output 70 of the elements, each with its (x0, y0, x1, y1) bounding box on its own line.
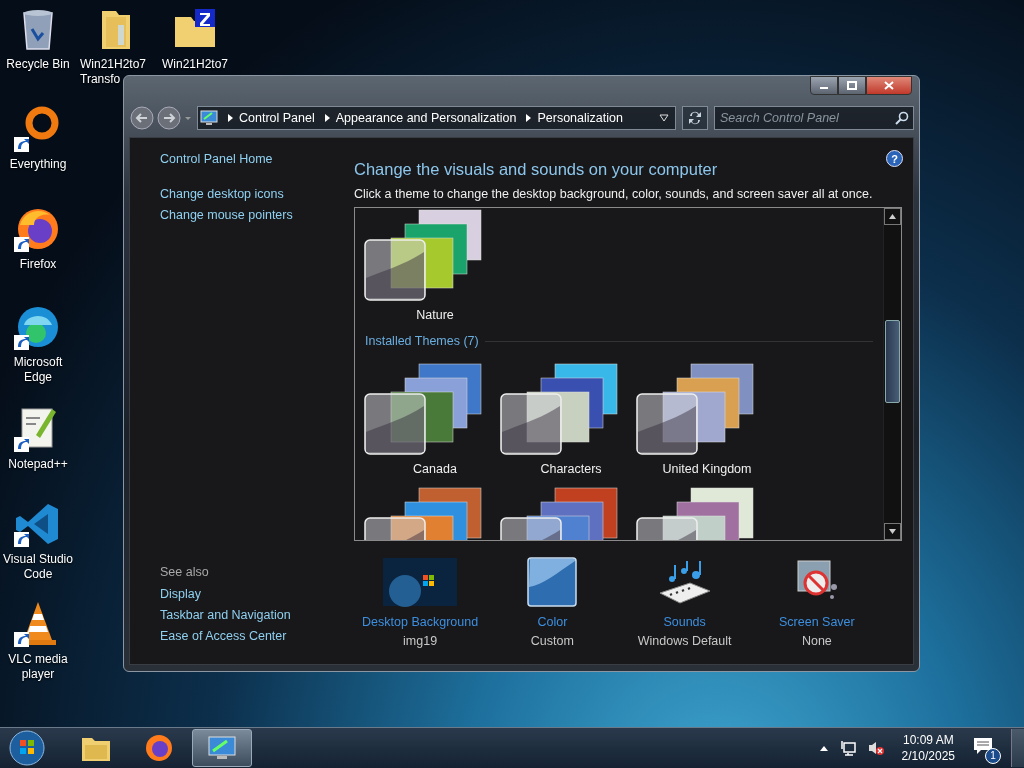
help-button[interactable]: ? (886, 150, 903, 167)
setting-link[interactable]: Desktop Background (362, 615, 479, 629)
see-also-link[interactable]: Taskbar and Navigation (160, 608, 354, 622)
setting-link[interactable]: Sounds (663, 615, 706, 629)
icon-label: Microsoft Edge (12, 355, 64, 385)
see-also-link[interactable]: Ease of Access Center (160, 629, 354, 643)
scrollbar[interactable] (883, 208, 901, 540)
icon-label: VLC media player (7, 652, 69, 682)
clock-time[interactable]: 10:09 AM (902, 732, 954, 748)
search-field[interactable]: Search Control Panel (714, 106, 914, 130)
maximize-icon (847, 81, 857, 90)
scroll-thumb[interactable] (885, 320, 900, 403)
refresh-icon (687, 110, 703, 126)
theme-thumbnail[interactable] (363, 362, 483, 458)
maximize-button[interactable] (838, 76, 866, 95)
sidebar-link[interactable]: Change desktop icons (160, 187, 354, 201)
notification-badge: 1 (985, 748, 1001, 764)
dropdown-icon[interactable] (659, 114, 669, 122)
minimize-button[interactable] (810, 76, 838, 95)
setting-value: img19 (403, 634, 438, 648)
breadcrumb-item[interactable]: Personalization (537, 111, 623, 125)
refresh-button[interactable] (682, 106, 708, 130)
icon-label: Everything (8, 157, 68, 172)
network-icon[interactable] (839, 740, 856, 756)
breadcrumb-item[interactable]: Control Panel (239, 111, 315, 125)
taskbar-button[interactable] (192, 729, 252, 767)
show-hidden-icons-button[interactable] (819, 745, 828, 751)
setting-value: Windows Default (637, 634, 732, 648)
show-desktop-button[interactable] (1011, 729, 1024, 767)
icon-label: Notepad++ (7, 457, 69, 472)
theme-thumbnail[interactable] (363, 208, 483, 304)
chevron-icon (324, 114, 330, 122)
icon-label: Visual Studio Code (2, 552, 74, 582)
action-center-icon[interactable] (973, 737, 993, 755)
icon-label: Recycle Bin (5, 57, 71, 72)
chevron-icon (228, 114, 233, 122)
page-heading: Change the visuals and sounds on your computer (354, 160, 718, 179)
back-forward-buttons[interactable] (129, 105, 191, 131)
scroll-down-icon[interactable] (889, 529, 896, 534)
background-icon[interactable] (383, 557, 458, 607)
address-bar[interactable]: Control Panel Appearance and Personalization Personalization (197, 106, 676, 130)
chevron-icon (526, 114, 532, 122)
description-text: Click a theme to change the desktop background, color, sounds, and screen saver all at once. (354, 187, 874, 201)
theme-thumbnail[interactable] (635, 362, 755, 458)
section-heading: Installed Themes (7) (365, 334, 479, 348)
see-also-heading: See also (160, 565, 210, 579)
sidebar-link[interactable]: Control Panel Home (160, 152, 354, 166)
sidebar-link[interactable]: Change mouse pointers (160, 208, 354, 222)
search-icon (895, 111, 909, 125)
scroll-up-icon[interactable] (889, 214, 896, 219)
theme-name[interactable]: United Kingdom (662, 462, 752, 476)
icon-label: Win21H2to7 (160, 57, 229, 72)
muted-speaker-icon[interactable] (867, 740, 884, 756)
icon-label: Firefox (18, 257, 58, 272)
icon-label: Win21H2to7 Transfo (80, 57, 148, 87)
close-button[interactable] (866, 76, 912, 95)
theme-thumbnail[interactable] (499, 362, 619, 458)
breadcrumb-item[interactable]: Appearance and Personalization (335, 111, 517, 125)
theme-name[interactable]: Characters (540, 462, 602, 476)
see-also-link[interactable]: Display (160, 587, 354, 601)
setting-link[interactable]: Screen Saver (779, 615, 855, 629)
theme-name[interactable]: Canada (413, 462, 457, 476)
setting-link[interactable]: Color (537, 615, 568, 629)
clock-date[interactable]: 2/10/2025 (901, 748, 955, 764)
setting-value: Custom (530, 634, 574, 648)
monitor-icon (200, 110, 218, 126)
setting-value: None (801, 634, 832, 648)
start-button[interactable] (8, 729, 46, 767)
theme-name[interactable]: Nature (416, 308, 454, 322)
close-icon (884, 81, 894, 90)
